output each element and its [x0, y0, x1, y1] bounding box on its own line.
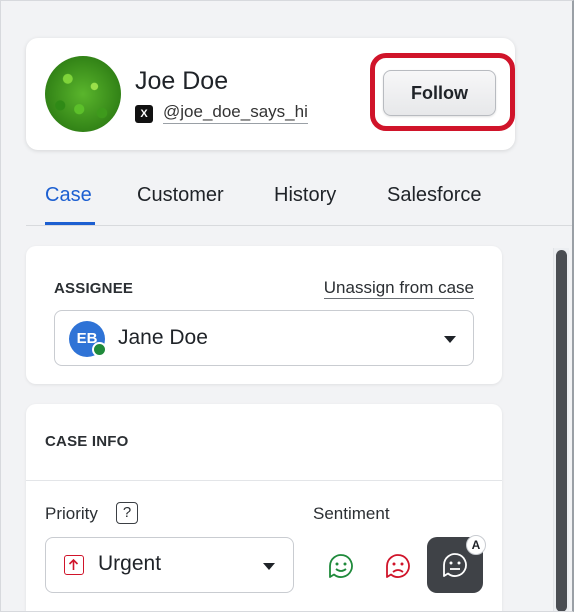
- follow-button[interactable]: Follow: [383, 70, 496, 116]
- profile-card: Joe Doe X @joe_doe_says_hi Follow: [26, 38, 515, 150]
- unassign-link[interactable]: Unassign from case: [323, 278, 474, 299]
- priority-value: Urgent: [98, 552, 162, 575]
- priority-dropdown[interactable]: Urgent: [45, 537, 294, 593]
- tab-history[interactable]: History: [274, 184, 336, 207]
- assignee-section-title: ASSIGNEE: [54, 280, 134, 297]
- case-tabs: Case Customer History Salesforce: [26, 178, 574, 226]
- fab-badge: A: [466, 535, 486, 555]
- tab-case[interactable]: Case: [45, 184, 92, 207]
- negative-face-icon: [386, 554, 410, 578]
- active-tab-indicator: [45, 222, 95, 225]
- urgent-priority-icon: [64, 555, 84, 575]
- assignee-name: Jane Doe: [118, 326, 208, 349]
- social-handle-link[interactable]: @joe_doe_says_hi: [163, 102, 308, 124]
- x-logo-icon: X: [135, 105, 153, 123]
- priority-label: Priority: [45, 504, 98, 523]
- profile-name: Joe Doe: [135, 67, 229, 95]
- assignee-card: ASSIGNEE Unassign from case EB Jane Doe: [26, 246, 502, 384]
- help-icon[interactable]: ?: [116, 502, 138, 524]
- chevron-down-icon: [444, 336, 456, 343]
- positive-face-icon: [329, 554, 353, 578]
- scrollbar-thumb[interactable]: [556, 250, 567, 612]
- chevron-down-icon: [263, 563, 275, 570]
- tab-salesforce[interactable]: Salesforce: [387, 184, 482, 207]
- tab-customer[interactable]: Customer: [137, 184, 224, 207]
- online-status-dot: [92, 342, 107, 357]
- case-info-section-title: CASE INFO: [45, 433, 129, 450]
- assignee-dropdown[interactable]: EB Jane Doe: [54, 310, 474, 366]
- divider: [26, 480, 502, 481]
- negative-sentiment-button[interactable]: [383, 551, 413, 581]
- positive-sentiment-button[interactable]: [326, 551, 356, 581]
- avatar: [45, 56, 121, 132]
- sentiment-label: Sentiment: [313, 504, 390, 523]
